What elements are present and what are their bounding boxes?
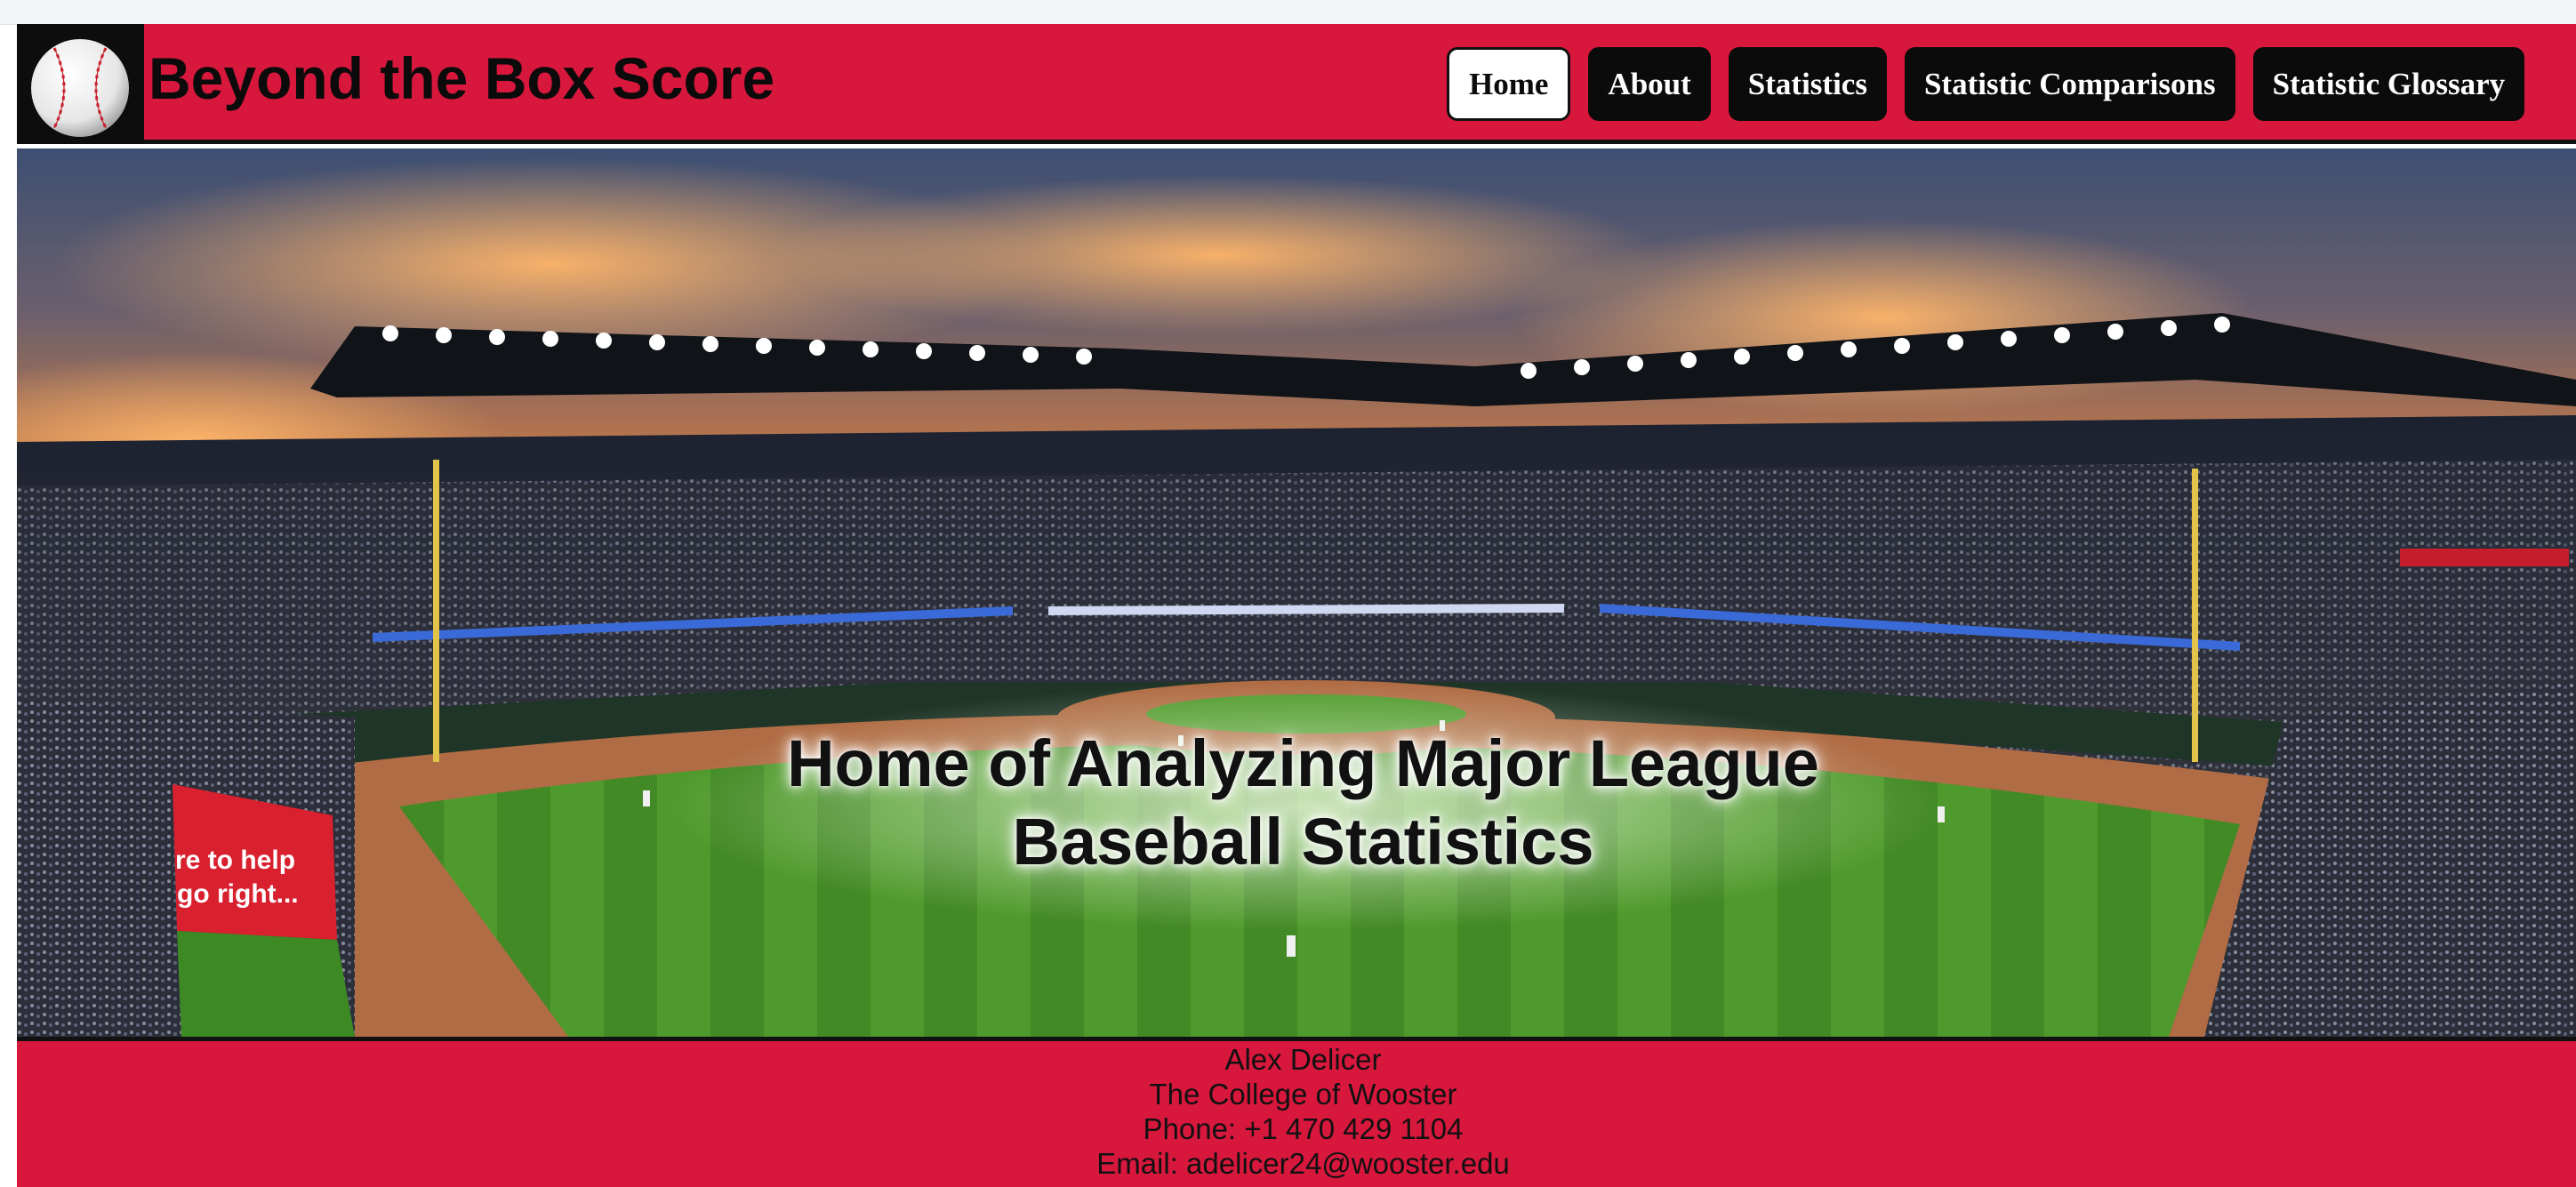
baseball-icon: [31, 39, 129, 137]
footer-school: The College of Wooster: [1149, 1078, 1457, 1111]
main-nav: Home About Statistics Statistic Comparis…: [1447, 47, 2525, 121]
nav-statistic-comparisons-button[interactable]: Statistic Comparisons: [1904, 47, 2235, 121]
nav-about-button[interactable]: About: [1588, 47, 1711, 121]
site-footer: Alex Delicer The College of Wooster Phon…: [17, 1037, 2576, 1187]
hero-banner: re to help go right... Home of Analyzing…: [17, 148, 2576, 1037]
site-page: Beyond the Box Score Home About Statisti…: [17, 24, 2576, 1187]
hero-headline-line2: Baseball Statistics: [1012, 805, 1594, 878]
footer-phone: Phone: +1 470 429 1104: [1143, 1112, 1464, 1145]
hero-headline-line1: Home of Analyzing Major League: [787, 726, 1819, 800]
site-header: Beyond the Box Score Home About Statisti…: [17, 24, 2576, 144]
browser-top-strip: [0, 0, 2576, 25]
footer-name: Alex Delicer: [1224, 1043, 1382, 1076]
hero-headline: Home of Analyzing Major League Baseball …: [17, 725, 2576, 881]
nav-statistic-glossary-button[interactable]: Statistic Glossary: [2252, 47, 2525, 121]
site-logo[interactable]: [17, 24, 144, 144]
banner-text-line2: go right...: [177, 879, 299, 909]
stadium-image: re to help go right...: [17, 148, 2576, 1037]
site-title[interactable]: Beyond the Box Score: [148, 49, 774, 108]
footer-email[interactable]: Email: adelicer24@wooster.edu: [17, 1146, 2576, 1181]
nav-home-button[interactable]: Home: [1447, 47, 1571, 121]
nav-statistics-button[interactable]: Statistics: [1728, 47, 1887, 121]
